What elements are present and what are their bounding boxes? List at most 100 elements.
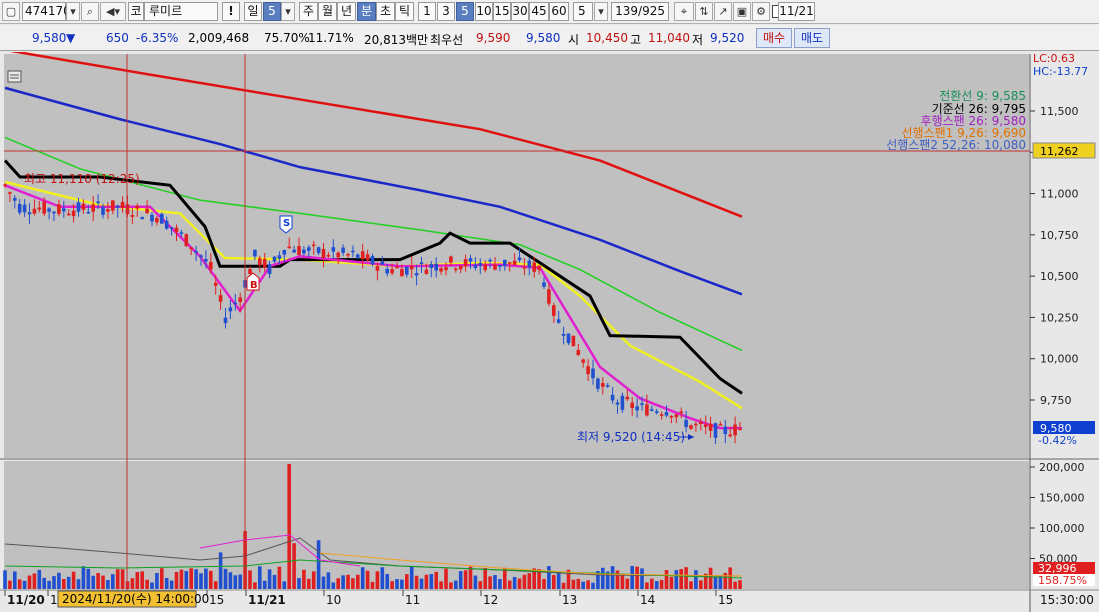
draw-icon[interactable]: ↗ xyxy=(714,2,732,21)
tick-button[interactable]: 틱 xyxy=(395,2,414,21)
min-30-button[interactable]: 30 xyxy=(511,2,529,21)
candle-body xyxy=(591,368,595,379)
candlestick-chart[interactable]: LC:0.63 HC:-13.77 전환선 9: 9,585 기준선 26: 9… xyxy=(0,52,1099,612)
sell-button[interactable]: 매도 xyxy=(794,28,830,48)
volume-bar xyxy=(160,568,164,589)
candle-body xyxy=(13,198,17,201)
code-dropdown-icon[interactable]: ▾ xyxy=(66,2,80,21)
period-dropdown-icon[interactable]: ▾ xyxy=(281,2,295,21)
period-five-button[interactable]: 5 xyxy=(263,2,281,21)
second-button[interactable]: 초 xyxy=(376,2,395,21)
volume-bar xyxy=(253,582,257,589)
candle-body xyxy=(228,307,233,312)
candle-body xyxy=(160,213,164,224)
min-15-button[interactable]: 15 xyxy=(493,2,511,21)
stock-name-field[interactable]: 루미르 xyxy=(144,2,218,21)
volume-bar xyxy=(679,569,683,589)
volume-bar xyxy=(174,571,179,589)
volume-bar xyxy=(130,578,135,589)
volume-bar xyxy=(385,573,389,589)
volume-bar xyxy=(86,568,91,589)
min-60-button[interactable]: 60 xyxy=(549,2,569,21)
volume-bar xyxy=(527,573,532,589)
candle-body xyxy=(547,289,551,304)
volume-bar xyxy=(267,569,272,589)
candle-body xyxy=(552,305,556,316)
candle-body xyxy=(689,425,693,429)
candle-body xyxy=(458,266,463,270)
last-pct-label: -0.42% xyxy=(1038,434,1077,447)
volume-bar xyxy=(302,569,306,589)
month-button[interactable]: 월 xyxy=(318,2,337,21)
min-1-button[interactable]: 1 xyxy=(418,2,436,21)
sound-icon[interactable]: ◀▾ xyxy=(100,2,126,21)
volume-bar xyxy=(292,543,296,589)
current-price: 9,580 xyxy=(32,31,67,45)
candle-body xyxy=(8,192,12,194)
volume-bar xyxy=(66,576,71,589)
price-tick-label: 10,250 xyxy=(1040,311,1079,324)
year-button[interactable]: 년 xyxy=(337,2,356,21)
candle-body xyxy=(115,205,120,208)
candle-body xyxy=(503,259,507,266)
date-field[interactable]: 11/21 xyxy=(778,2,815,21)
toolbox-icon[interactable] xyxy=(7,70,22,83)
buy-button[interactable]: 매수 xyxy=(756,28,792,48)
search-icon[interactable]: ⌕ xyxy=(81,2,99,21)
right-time-label: 15:30:00 xyxy=(1040,593,1094,607)
candle-body xyxy=(37,207,42,210)
min-45-button[interactable]: 45 xyxy=(529,2,549,21)
candle-body xyxy=(620,395,625,410)
volume-bar xyxy=(630,565,634,589)
warning-button[interactable]: ! xyxy=(222,2,240,21)
volume-bar xyxy=(429,574,434,589)
candle-body xyxy=(640,403,644,405)
min-10-button[interactable]: 10 xyxy=(475,2,493,21)
compare-icon[interactable]: ⇅ xyxy=(695,2,713,21)
volume-bar xyxy=(625,578,630,589)
volume-bar xyxy=(610,566,615,589)
day-button[interactable]: 일 xyxy=(244,2,262,21)
candle-body xyxy=(81,203,86,210)
gear-icon[interactable]: ⚙ xyxy=(752,2,770,21)
volume-bar xyxy=(62,579,66,589)
min-5-button[interactable]: 5 xyxy=(456,2,474,21)
candle-body xyxy=(66,213,71,216)
volume-bar xyxy=(507,580,512,589)
price-tick-label: 11,500 xyxy=(1040,105,1079,118)
candle-body xyxy=(331,247,336,252)
volume-bar xyxy=(32,573,37,589)
stock-code-input[interactable]: 474170 xyxy=(22,2,71,21)
volume: 2,009,468 xyxy=(188,31,250,45)
candle-body xyxy=(326,255,331,257)
toolbar: ▢ 474170 ▾ ⌕ ◀▾ 코 루미르 ! 일 5 ▾ 주 월 년 분 초 … xyxy=(0,0,1099,24)
volume-bar xyxy=(47,580,51,589)
volume-bar xyxy=(586,580,590,589)
minute-button[interactable]: 분 xyxy=(357,2,376,21)
volume-bar xyxy=(277,566,282,589)
candle-body xyxy=(610,394,615,401)
candle-body xyxy=(351,250,355,253)
min-3-button[interactable]: 3 xyxy=(437,2,455,21)
candle-body xyxy=(395,266,399,269)
volume-bar xyxy=(390,581,394,589)
chart-tools-icon[interactable]: ⌖ xyxy=(674,2,694,21)
candle-body xyxy=(62,208,66,212)
candle-body xyxy=(135,205,140,209)
window-icon[interactable]: ▢ xyxy=(2,2,20,21)
count-dropdown-icon[interactable]: ▾ xyxy=(594,2,608,21)
volume-bar xyxy=(81,566,86,589)
candle-body xyxy=(713,423,718,438)
save-icon[interactable]: ▣ xyxy=(733,2,751,21)
time-tick-label: 14 xyxy=(640,593,655,607)
trade-amount: 20,813백만 xyxy=(364,33,429,47)
volume-bar xyxy=(654,581,659,589)
volume-bar xyxy=(228,572,233,589)
candle-body xyxy=(218,295,223,302)
candle-body xyxy=(57,204,61,214)
week-button[interactable]: 주 xyxy=(299,2,318,21)
high-annotation: 최고 11,110 (12:25) xyxy=(24,172,140,186)
count-input[interactable]: 5 xyxy=(573,2,593,21)
time-tick-label: 10 xyxy=(326,593,341,607)
candle-body xyxy=(223,317,228,324)
